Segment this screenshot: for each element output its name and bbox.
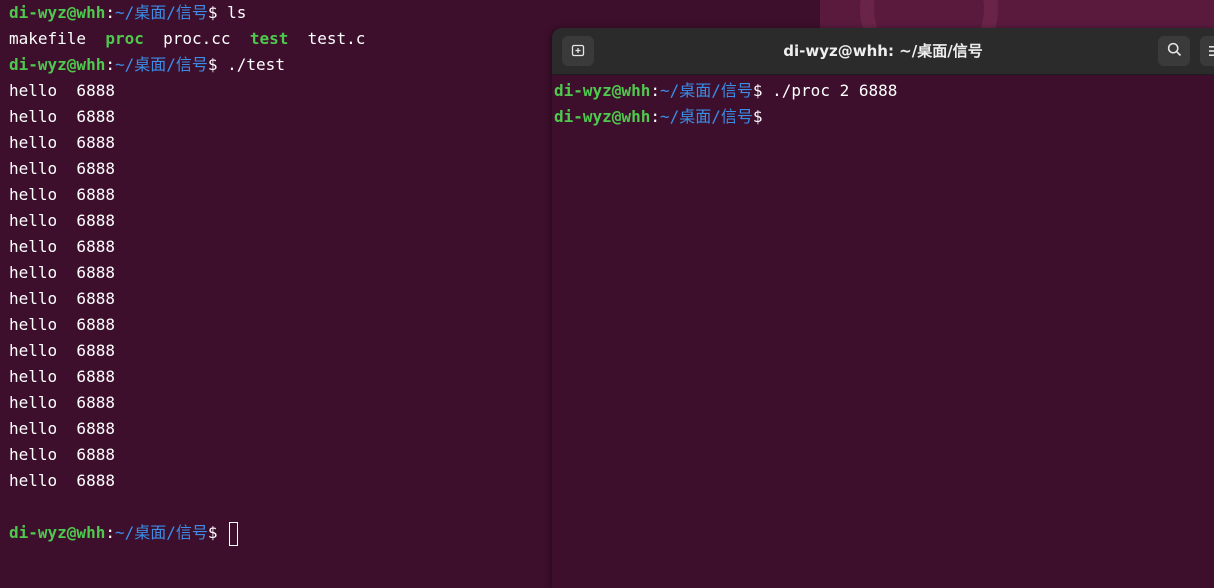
prompt-user: di-wyz@whh xyxy=(9,3,106,22)
prompt-dollar: $ xyxy=(207,55,218,74)
command-text: ./test xyxy=(217,55,285,74)
output-line: hello 6888 xyxy=(9,237,115,256)
ls-output-line: makefile proc proc.cc test test.c xyxy=(9,26,365,52)
window-divider xyxy=(812,0,820,30)
prompt-dollar: $ xyxy=(752,81,763,100)
output-line: hello 6888 xyxy=(9,185,115,204)
output-line: hello 6888 xyxy=(9,107,115,126)
new-tab-icon xyxy=(571,42,585,61)
prompt-path: ~/桌面/信号 xyxy=(114,523,208,542)
file-test-c: test.c xyxy=(307,29,366,48)
file-makefile: makefile xyxy=(9,29,87,48)
output-line: hello 6888 xyxy=(9,289,115,308)
text-cursor[interactable] xyxy=(229,521,239,546)
foreground-terminal-window[interactable]: di-wyz@whh: ~/桌面/信号 di-wyz@whh:~/桌面/信号$ … xyxy=(552,28,1214,588)
prompt-path: ~/桌面/信号 xyxy=(659,107,753,126)
prompt-dollar: $ xyxy=(207,523,218,542)
prompt-path: ~/桌面/信号 xyxy=(114,3,208,22)
prompt-colon: : xyxy=(650,107,660,126)
search-button[interactable] xyxy=(1158,36,1190,66)
output-line: hello 6888 xyxy=(9,393,115,412)
output-line: hello 6888 xyxy=(9,367,115,386)
prompt-colon: : xyxy=(105,55,115,74)
prompt-colon: : xyxy=(650,81,660,100)
output-line: hello 6888 xyxy=(9,315,115,334)
file-proc: proc xyxy=(105,29,144,48)
file-test: test xyxy=(249,29,289,48)
menu-button[interactable] xyxy=(1200,36,1214,66)
desktop-background xyxy=(812,0,1214,30)
window-title: di-wyz@whh: ~/桌面/信号 xyxy=(783,42,983,60)
prompt-colon: : xyxy=(105,523,115,542)
prompt-user: di-wyz@whh xyxy=(9,523,106,542)
new-tab-button[interactable] xyxy=(562,36,594,66)
terminal-output: di-wyz@whh:~/桌面/信号$ ./proc 2 6888 di-wyz… xyxy=(554,78,897,130)
output-line: hello 6888 xyxy=(9,133,115,152)
output-line: hello 6888 xyxy=(9,341,115,360)
output-line: hello 6888 xyxy=(9,159,115,178)
prompt-line: di-wyz@whh:~/桌面/信号$ ls xyxy=(9,0,365,26)
window-headerbar[interactable]: di-wyz@whh: ~/桌面/信号 xyxy=(552,28,1214,75)
search-icon xyxy=(1167,42,1182,61)
hamburger-menu-icon xyxy=(1209,42,1214,61)
prompt-line: di-wyz@whh:~/桌面/信号$ xyxy=(554,104,897,130)
prompt-dollar: $ xyxy=(207,3,218,22)
prompt-user: di-wyz@whh xyxy=(9,55,106,74)
output-line: hello 6888 xyxy=(9,81,115,100)
output-line: hello 6888 xyxy=(9,263,115,282)
output-line: hello 6888 xyxy=(9,445,115,464)
output-line: hello 6888 xyxy=(9,419,115,438)
file-proc-cc: proc.cc xyxy=(163,29,231,48)
prompt-user: di-wyz@whh xyxy=(554,107,651,126)
terminal-output: di-wyz@whh:~/桌面/信号$ ls makefile proc pro… xyxy=(9,0,365,546)
prompt-colon: : xyxy=(105,3,115,22)
command-text: ./proc 2 6888 xyxy=(762,81,898,100)
prompt-line: di-wyz@whh:~/桌面/信号$ ./proc 2 6888 xyxy=(554,78,897,104)
output-line: hello 6888 xyxy=(9,211,115,230)
prompt-user: di-wyz@whh xyxy=(554,81,651,100)
command-text: ls xyxy=(217,3,247,22)
prompt-line: di-wyz@whh:~/桌面/信号$ xyxy=(9,520,365,546)
ubuntu-logo-icon xyxy=(860,0,998,30)
prompt-dollar: $ xyxy=(752,107,763,126)
prompt-path: ~/桌面/信号 xyxy=(659,81,753,100)
output-line: hello 6888 xyxy=(9,471,115,490)
prompt-path: ~/桌面/信号 xyxy=(114,55,208,74)
background-terminal-window[interactable]: di-wyz@whh:~/桌面/信号$ ls makefile proc pro… xyxy=(0,0,552,588)
prompt-line: di-wyz@whh:~/桌面/信号$ ./test xyxy=(9,52,365,78)
